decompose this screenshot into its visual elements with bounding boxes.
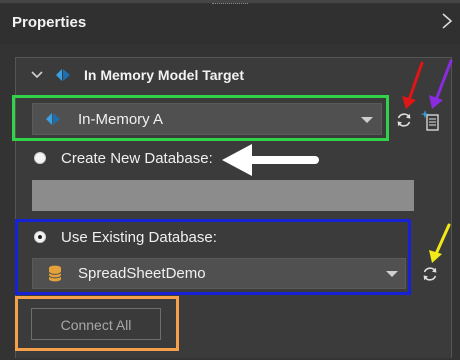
refresh-icon[interactable] xyxy=(394,110,414,130)
section-title: In Memory Model Target xyxy=(84,67,244,83)
existing-database-value: SpreadSheetDemo xyxy=(78,265,206,282)
white-arrow-annotation xyxy=(222,144,319,176)
use-existing-database-radio[interactable] xyxy=(34,231,46,243)
connect-all-button[interactable]: Connect All xyxy=(31,308,161,340)
tabular-model-icon xyxy=(46,113,60,125)
new-model-icon[interactable] xyxy=(420,109,440,131)
panel-title: Properties xyxy=(12,14,87,31)
new-database-name-input[interactable] xyxy=(32,180,414,211)
create-new-database-radio[interactable] xyxy=(34,152,46,164)
target-model-value: In-Memory A xyxy=(78,111,164,128)
tabular-model-icon xyxy=(56,69,70,81)
chevron-right-icon[interactable] xyxy=(440,12,454,30)
refresh-icon[interactable] xyxy=(420,264,440,284)
dropdown-caret-icon[interactable] xyxy=(361,117,373,123)
database-icon xyxy=(48,265,62,282)
chevron-down-icon[interactable] xyxy=(30,68,44,82)
dropdown-caret-icon[interactable] xyxy=(386,271,398,277)
create-new-database-label: Create New Database: xyxy=(61,150,213,167)
purple-arrow-annotation xyxy=(429,59,453,109)
use-existing-database-label: Use Existing Database: xyxy=(61,229,217,246)
yellow-arrow-annotation xyxy=(429,223,451,263)
